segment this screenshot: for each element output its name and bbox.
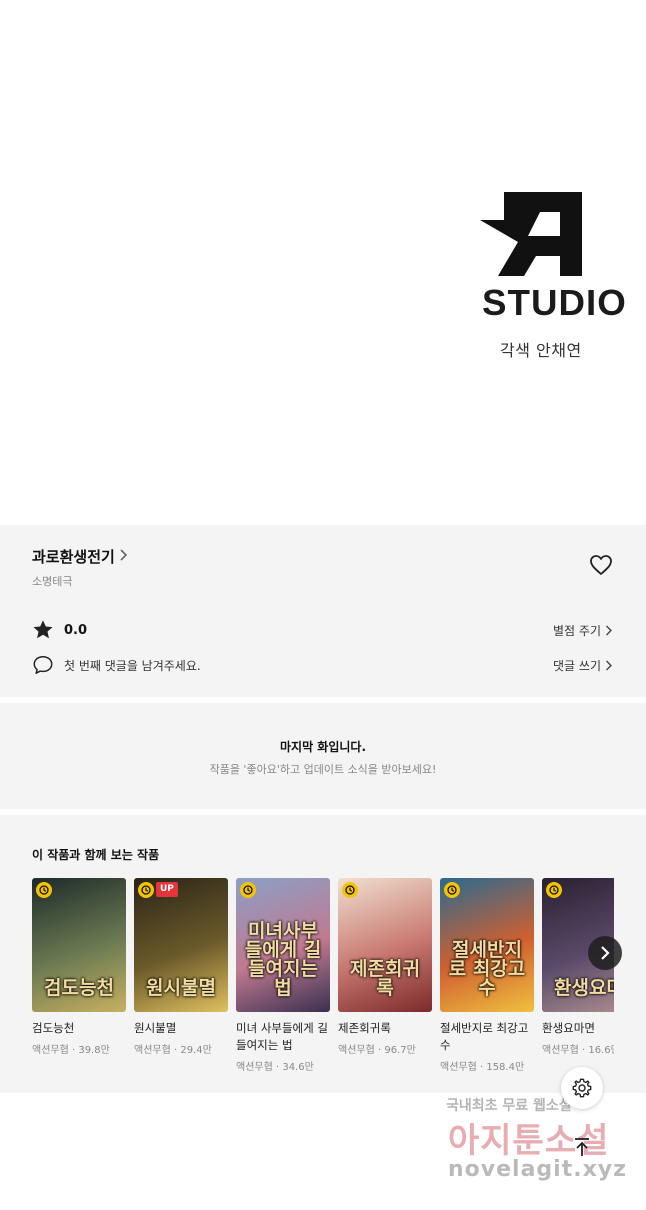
episode-end-artwork: STUDIO 각색 안채연: [0, 0, 646, 525]
scroll-top-button[interactable]: [570, 1135, 594, 1159]
watermark-line1: 국내최초 무료 웹소설: [446, 1098, 572, 1114]
chevron-right-icon: [119, 548, 127, 565]
recommendation-meta: 액션무협 · 29.4만: [134, 1045, 212, 1056]
recommendation-meta: 액션무협 · 158.4만: [440, 1062, 525, 1073]
clock-icon: [546, 882, 562, 898]
cover-thumbnail[interactable]: 미녀사부들에게 길들여지는법: [236, 878, 330, 1012]
studio-logo: STUDIO: [478, 190, 626, 323]
comment-prompt-row: 첫 번째 댓글을 남겨주세요.: [32, 654, 201, 676]
studio-logo-mark: [480, 192, 582, 276]
write-comment-button[interactable]: 댓글 쓰기: [553, 657, 612, 674]
recommendation-title: 원시불멸: [134, 1021, 177, 1035]
last-episode-subtitle: 작품을 '좋아요'하고 업데이트 소식을 받아보세요!: [209, 763, 437, 776]
recommendation-card[interactable]: 검도능천 검도능천 액션무협 · 39.8만: [32, 878, 126, 1056]
recommendation-card[interactable]: UP 원시불멸 원시불멸 액션무협 · 29.4만: [134, 878, 228, 1056]
carousel-next-button[interactable]: [588, 936, 622, 970]
rating-value: 0.0: [64, 622, 88, 638]
cover-title-art: 제존회귀록: [350, 958, 420, 999]
chevron-right-icon: [606, 625, 612, 636]
write-comment-label: 댓글 쓰기: [553, 659, 601, 673]
recommendation-meta: 액션무협 · 39.8만: [32, 1045, 110, 1056]
cover-thumbnail[interactable]: UP 원시불멸: [134, 878, 228, 1012]
clock-icon: [36, 882, 52, 898]
cover-thumbnail[interactable]: 절세반지로 최강고수: [440, 878, 534, 1012]
recommendation-title: 절세반지로 최강고수: [440, 1021, 529, 1052]
work-info-panel: 과로환생전기 소명테극 0.0 별점 주기 첫 번째 댓글을 남겨주세요. 댓글…: [0, 525, 646, 697]
like-heart-icon[interactable]: [589, 554, 613, 576]
recommendations-heading: 이 작품과 함께 보는 작품: [32, 848, 160, 862]
clock-icon: [342, 882, 358, 898]
recommendation-card[interactable]: 제존회귀록 제존회귀록 액션무협 · 96.7만: [338, 878, 432, 1056]
cover-title-art: 검도능천: [44, 977, 114, 999]
watermark-line3: novelagit.xyz: [448, 1157, 627, 1182]
rate-button-label: 별점 주기: [553, 624, 601, 638]
star-icon: [33, 620, 53, 639]
last-episode-title: 마지막 화입니다.: [279, 740, 367, 754]
cover-title-art: 환생요마: [554, 977, 614, 999]
cover-thumbnail[interactable]: 제존회귀록: [338, 878, 432, 1012]
work-title-link[interactable]: 과로환생전기: [32, 546, 127, 567]
recommendation-card[interactable]: 미녀사부들에게 길들여지는법미녀 사부들에게 길들여지는 법액션무협 · 34.…: [236, 878, 330, 1073]
recommendation-title: 환생요마면: [542, 1021, 595, 1035]
work-author: 소명테극: [32, 575, 73, 588]
up-badge: UP: [156, 882, 178, 897]
last-episode-panel: 마지막 화입니다. 작품을 '좋아요'하고 업데이트 소식을 받아보세요!: [0, 703, 646, 809]
recommendation-meta: 액션무협 · 34.6만: [236, 1062, 314, 1073]
chevron-right-icon: [601, 946, 610, 960]
clock-icon: [444, 882, 460, 898]
recommendation-card[interactable]: 절세반지로 최강고수 절세반지로 최강고수 액션무협 · 158.4만: [440, 878, 534, 1073]
recommendation-title: 미녀 사부들에게 길들여지는 법: [236, 1021, 328, 1052]
comment-bubble-icon: [33, 656, 53, 674]
watermark: 국내최초 무료 웹소설 아지툰소설 novelagit.xyz: [446, 1095, 626, 1195]
chevron-right-icon: [606, 660, 612, 671]
recommendations-carousel[interactable]: 검도능천 검도능천 액션무협 · 39.8만 UP 원시불멸 원시불멸 액션무협 · 29.…: [32, 878, 614, 1088]
clock-icon: [240, 882, 256, 898]
studio-logo-text: STUDIO: [482, 282, 627, 323]
cover-thumbnail[interactable]: 검도능천: [32, 878, 126, 1012]
recommendation-title: 제존회귀록: [338, 1021, 391, 1035]
recommendation-meta: 액션무협 · 96.7만: [338, 1045, 416, 1056]
cover-title-art: 원시불멸: [146, 977, 216, 999]
recommendation-meta: 액션무협 · 16.6만: [542, 1045, 614, 1056]
recommendation-title: 검도능천: [32, 1021, 75, 1035]
cover-title-art: 절세반지로 최강고수: [448, 939, 526, 999]
gear-icon: [572, 1078, 592, 1098]
settings-button[interactable]: [561, 1067, 603, 1109]
adaptation-credit: 각색 안채연: [500, 341, 582, 360]
arrow-up-icon: [575, 1138, 589, 1156]
comment-prompt-text: 첫 번째 댓글을 남겨주세요.: [64, 658, 201, 673]
clock-icon: [138, 882, 154, 898]
rate-button[interactable]: 별점 주기: [553, 622, 612, 639]
work-title: 과로환생전기: [32, 548, 115, 566]
rating-row: 0.0: [32, 619, 87, 641]
recommendations-panel: 이 작품과 함께 보는 작품 검도능천 검도능천 액션무협 · 39.8만 UP 원시불…: [0, 815, 646, 1093]
cover-title-art: 미녀사부들에게 길들여지는법: [244, 920, 322, 999]
